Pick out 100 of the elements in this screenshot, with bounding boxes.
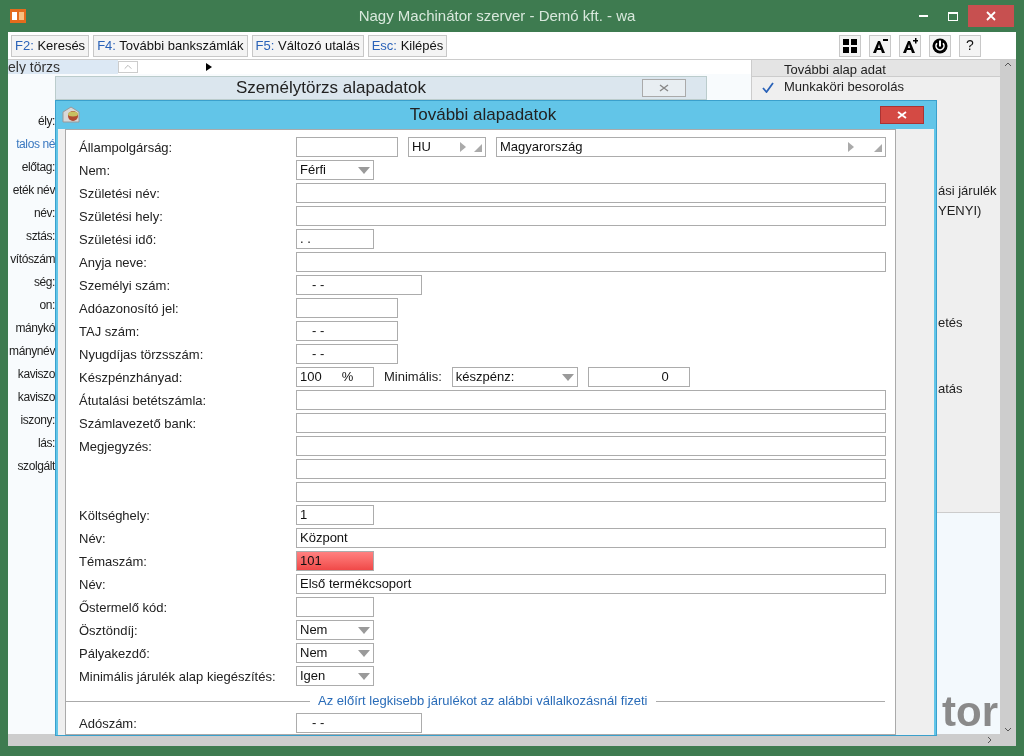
- field-label: Adószám:: [79, 716, 137, 731]
- play-icon: [206, 63, 212, 71]
- field-label: on:: [38, 297, 55, 314]
- dialog-title: További alapadatok: [408, 104, 558, 127]
- input-field[interactable]: Első termékcsoport: [296, 574, 886, 594]
- input-field[interactable]: [296, 436, 886, 456]
- field-label: Név:: [79, 531, 106, 546]
- field-label: Születési név:: [79, 186, 160, 201]
- list-item[interactable]: Munkaköri besorolás: [784, 77, 904, 97]
- field-label: Állampolgárság:: [79, 140, 173, 155]
- input-field[interactable]: [296, 137, 398, 157]
- dropdown-caret-icon: [358, 649, 370, 657]
- dropdown-caret-icon: [358, 626, 370, 634]
- panel-header: További alap adat: [752, 60, 1000, 77]
- input-field[interactable]: - -: [296, 344, 398, 364]
- field-label: vítószám: [9, 251, 55, 268]
- list-item[interactable]: atás: [938, 379, 963, 399]
- input-field[interactable]: [296, 390, 886, 410]
- chevron-down-icon: [1004, 727, 1012, 732]
- country-field[interactable]: Magyarország: [496, 137, 886, 157]
- dialog-close-button[interactable]: [880, 106, 924, 124]
- app-logo-icon: [10, 9, 26, 23]
- dropdown-field[interactable]: Nem: [296, 643, 374, 663]
- input-field[interactable]: - -: [296, 321, 398, 341]
- toolbar-button[interactable]: F2: Keresés: [11, 34, 90, 57]
- close-icon: [659, 84, 669, 92]
- toolbar-icon-button[interactable]: [929, 34, 951, 57]
- input-field[interactable]: [296, 183, 886, 203]
- input-field[interactable]: - -: [296, 275, 422, 295]
- close-icon: [897, 111, 907, 119]
- input-field[interactable]: - -: [296, 713, 422, 733]
- close-icon: [986, 11, 996, 21]
- tab[interactable]: ely törzs: [8, 60, 118, 74]
- field-label: név:: [32, 205, 55, 222]
- list-item[interactable]: ási járulék: [938, 181, 997, 201]
- input-field[interactable]: Központ: [296, 528, 886, 548]
- field-label: Pályakezdő:: [79, 646, 150, 661]
- field-label: Név:: [79, 577, 106, 592]
- field-label: Számlavezető bank:: [79, 416, 197, 431]
- field-label: kaviszo: [16, 389, 55, 406]
- input-field[interactable]: [296, 459, 886, 479]
- field-label: Átutalási betétszámla:: [79, 393, 207, 408]
- chevron-right-icon: [987, 736, 992, 744]
- field-label: szolgált: [16, 458, 55, 475]
- input-field[interactable]: [296, 597, 374, 617]
- field-label: Megjegyzés:: [79, 439, 152, 454]
- field-label: mánykó: [14, 320, 55, 337]
- dialog-icon: [62, 106, 82, 124]
- input-field[interactable]: 1: [296, 505, 374, 525]
- amount-field[interactable]: 0: [587, 367, 690, 387]
- window-title: Nagy Machinátor szerver - Demó kft. - wa: [357, 5, 637, 26]
- field-label: Nyugdíjas törzsszám:: [79, 347, 204, 362]
- close-button[interactable]: [968, 5, 1014, 27]
- input-field[interactable]: [296, 206, 886, 226]
- vertical-scrollbar[interactable]: [1000, 60, 1016, 734]
- field-label: sztás:: [25, 228, 55, 245]
- subwindow-close-button[interactable]: [642, 79, 686, 97]
- font-increase-icon: [902, 38, 918, 53]
- toolbar-button[interactable]: Esc: Kilépés: [367, 34, 448, 57]
- input-field[interactable]: [296, 298, 398, 318]
- toolbar-button[interactable]: F5: Változó utalás: [251, 34, 364, 57]
- field-label: iszony:: [19, 412, 55, 429]
- arrow-icon: [460, 142, 482, 152]
- list-item[interactable]: etés: [938, 313, 963, 333]
- country-code-field[interactable]: HU: [408, 137, 486, 157]
- field-label: Költséghely:: [79, 508, 150, 523]
- help-button[interactable]: ?: [959, 34, 981, 57]
- font-decrease-icon: [872, 38, 888, 53]
- dropdown-field[interactable]: Férfi: [296, 160, 374, 180]
- field-label: ély:: [36, 113, 55, 130]
- dropdown-field[interactable]: Nem: [296, 620, 374, 640]
- toolbar-icon-button[interactable]: [839, 34, 861, 57]
- dropdown-field[interactable]: Igen: [296, 666, 374, 686]
- field-label: Témaszám:: [79, 554, 147, 569]
- percent-field[interactable]: 100 %: [296, 367, 374, 387]
- dropdown-field[interactable]: készpénz:: [451, 367, 578, 387]
- toolbar-icon-button[interactable]: [899, 34, 921, 57]
- toolbar-icon-button[interactable]: [869, 34, 891, 57]
- input-field[interactable]: [296, 482, 886, 502]
- field-label: Nem:: [79, 163, 111, 178]
- power-icon: [932, 37, 948, 54]
- field-label: Személyi szám:: [79, 278, 171, 293]
- field-label: Anyja neve:: [79, 255, 147, 270]
- field-label: Készpénzhányad:: [79, 370, 183, 385]
- subwindow-title: Személytörzs alapadatok: [236, 77, 426, 100]
- list-item[interactable]: YENYI): [938, 201, 982, 221]
- field-label: TAJ szám:: [79, 324, 140, 339]
- toolbar-button[interactable]: F4: További bankszámlák: [93, 34, 248, 57]
- field-label: Születési idő:: [79, 232, 157, 247]
- input-field[interactable]: [296, 252, 886, 272]
- input-field[interactable]: 101: [296, 551, 374, 571]
- input-field[interactable]: . .: [296, 229, 374, 249]
- field-label: mánynév: [8, 343, 55, 360]
- link-label[interactable]: talos né: [8, 135, 55, 158]
- field-label: eték név: [11, 182, 55, 199]
- field-label: Ösztöndíj:: [79, 623, 138, 638]
- field-label: Adóazonosító jel:: [79, 301, 179, 316]
- logo-text: tor: [942, 690, 998, 734]
- minimum-label: Minimális:: [384, 368, 442, 387]
- input-field[interactable]: [296, 413, 886, 433]
